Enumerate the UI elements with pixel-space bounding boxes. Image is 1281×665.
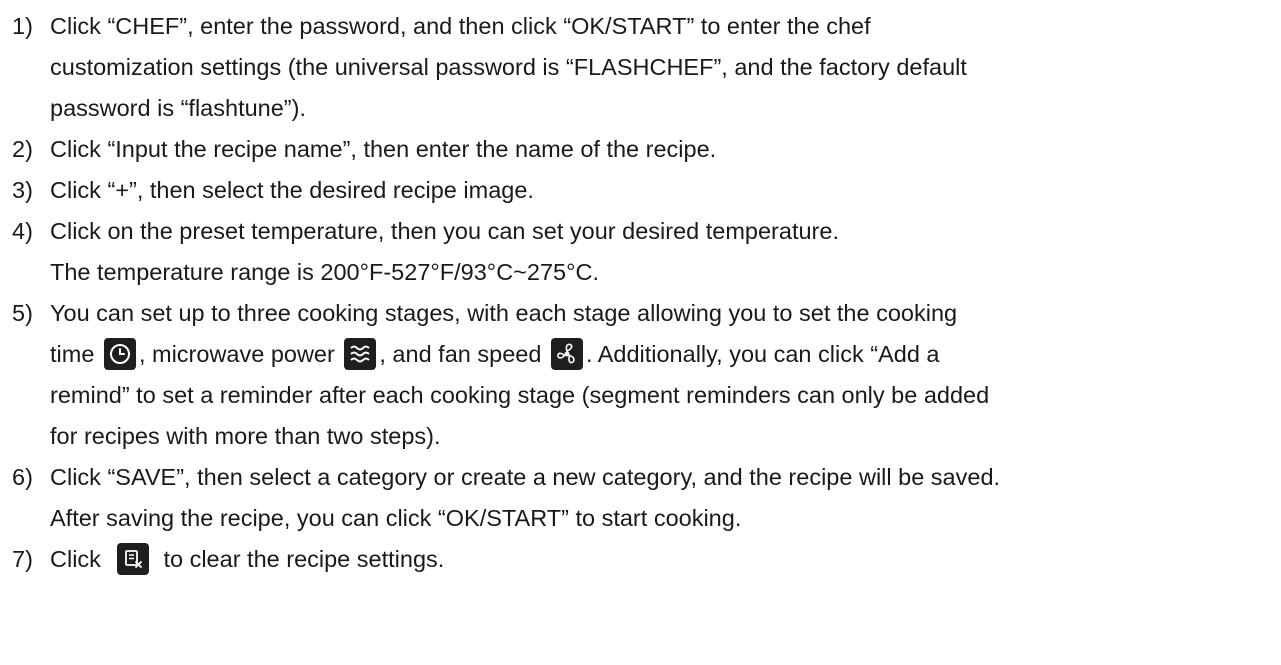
step-text-line: The temperature range is 200°F-527°F/93°… (50, 259, 600, 285)
step-text-fragment: to clear the recipe settings. (163, 546, 445, 572)
step-text-fragment: , microwave power (138, 341, 335, 367)
step-number: 1) (12, 13, 33, 39)
step-text-line: Click on the preset temperature, then yo… (50, 218, 839, 244)
step-text-fragment: time (50, 341, 95, 367)
step-text-line: Click “CHEF”, enter the password, and th… (50, 13, 871, 39)
step-text-fragment: Click (50, 546, 101, 572)
step-text-line: for recipes with more than two steps). (50, 423, 441, 449)
microwave-power-icon (344, 337, 377, 370)
step-number: 2) (12, 136, 33, 162)
step-number: 4) (12, 218, 33, 244)
step-text-line: remind” to set a reminder after each coo… (50, 382, 990, 408)
step-text-line-with-icons: time , microwave power , and fan speed .… (50, 336, 940, 372)
step-text-fragment: . Additionally, you can click “Add a (585, 341, 940, 367)
step-number: 6) (12, 464, 33, 490)
step-number: 5) (12, 300, 33, 326)
clock-icon (103, 337, 136, 370)
step-text-line: Click “Input the recipe name”, then ente… (50, 136, 717, 162)
instruction-document: 1) Click “CHEF”, enter the password, and… (0, 0, 1281, 665)
step-text-fragment: , and fan speed (379, 341, 542, 367)
step-text-line: customization settings (the universal pa… (50, 54, 967, 80)
step-text-line: Click “SAVE”, then select a category or … (50, 464, 1001, 490)
step-number: 3) (12, 177, 33, 203)
step-text-line: After saving the recipe, you can click “… (50, 505, 742, 531)
clear-settings-icon (117, 542, 150, 575)
step-text-line: Click “+”, then select the desired recip… (50, 177, 534, 203)
step-text-line: password is “flashtune”). (50, 95, 306, 121)
step-number: 7) (12, 546, 33, 572)
step-text-line: You can set up to three cooking stages, … (50, 300, 958, 326)
step-text-line-with-icons: Click to clear the recipe settings. (50, 541, 444, 577)
fan-speed-icon (550, 337, 583, 370)
